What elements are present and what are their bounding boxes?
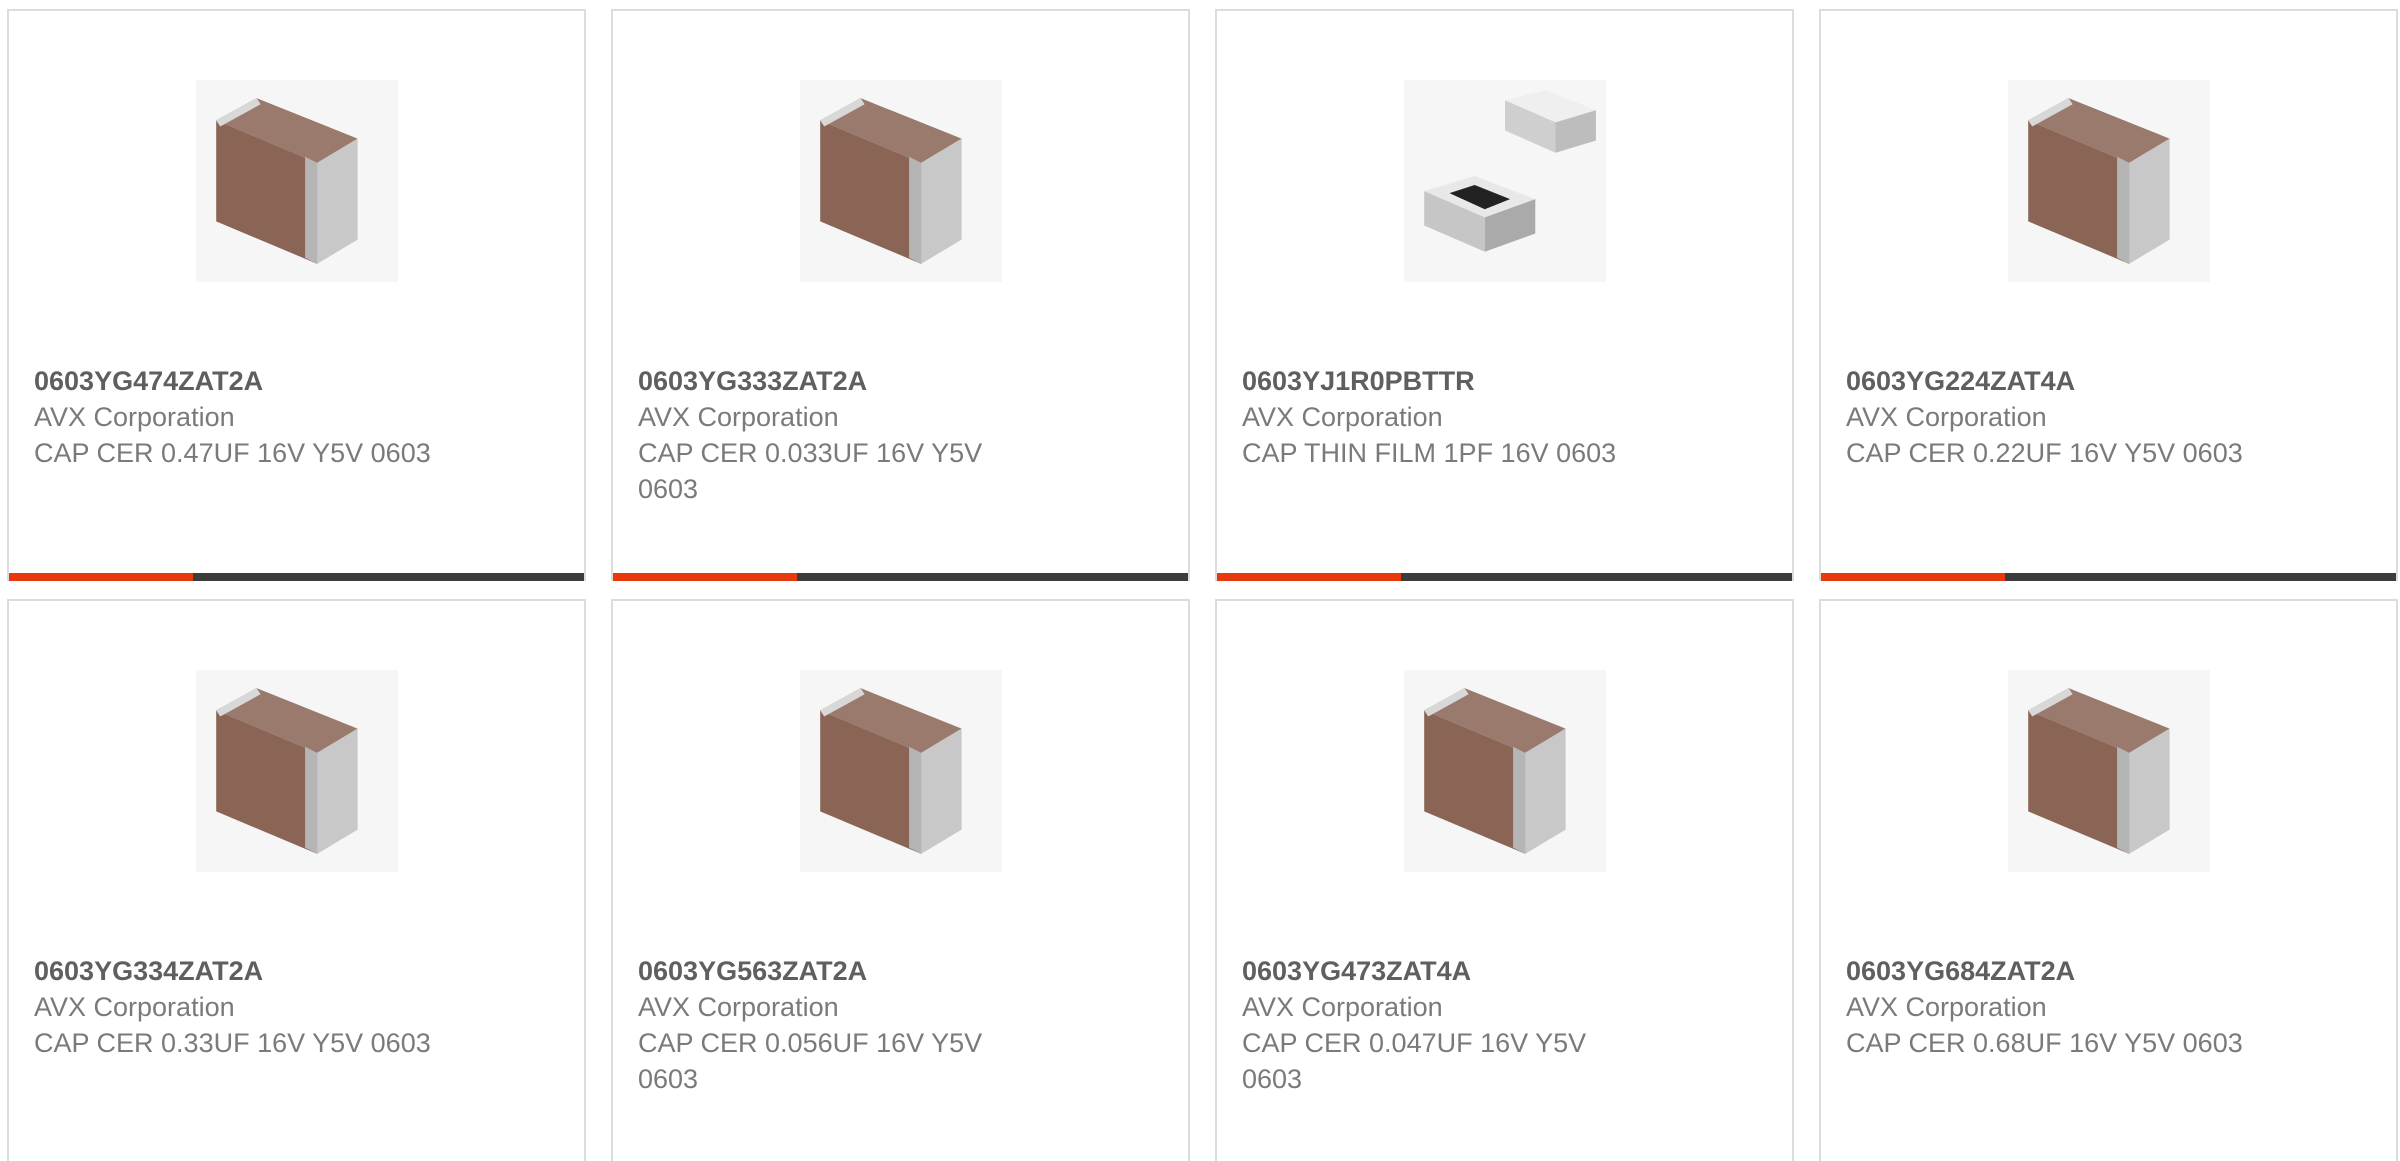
manufacturer: AVX Corporation bbox=[34, 992, 235, 1022]
description: CAP THIN FILM 1PF 16V 0603 bbox=[1242, 438, 1617, 468]
progress-bar-fill bbox=[1217, 573, 1401, 581]
description: CAP CER 0.047UF 16V Y5V 0603 bbox=[1242, 1028, 1587, 1094]
manufacturer: AVX Corporation bbox=[1846, 402, 2047, 432]
capacitor-chip-icon bbox=[216, 688, 358, 854]
product-image[interactable] bbox=[1404, 670, 1606, 872]
progress-bar-fill bbox=[9, 573, 193, 581]
manufacturer: AVX Corporation bbox=[1846, 992, 2047, 1022]
capacitor-chip-icon bbox=[2028, 688, 2170, 854]
part-number[interactable]: 0603YG684ZAT2A bbox=[1846, 953, 2371, 989]
product-card[interactable]: 0603YG224ZAT4A AVX Corporation CAP CER 0… bbox=[1819, 9, 2398, 581]
capacitor-chip-icon bbox=[2028, 98, 2170, 264]
progress-bar-fill bbox=[613, 573, 797, 581]
manufacturer: AVX Corporation bbox=[638, 992, 839, 1022]
product-image[interactable] bbox=[1404, 80, 1606, 282]
part-number[interactable]: 0603YG334ZAT2A bbox=[34, 953, 559, 989]
product-image[interactable] bbox=[800, 670, 1002, 872]
manufacturer: AVX Corporation bbox=[34, 402, 235, 432]
description: CAP CER 0.033UF 16V Y5V 0603 bbox=[638, 438, 983, 504]
description: CAP CER 0.22UF 16V Y5V 0603 bbox=[1846, 438, 2243, 468]
progress-bar bbox=[613, 573, 1188, 581]
product-card[interactable]: 0603YG684ZAT2A AVX Corporation CAP CER 0… bbox=[1819, 599, 2398, 1161]
progress-bar bbox=[1821, 573, 2396, 581]
progress-bar bbox=[1217, 573, 1792, 581]
capacitor-chip-icon bbox=[820, 688, 962, 854]
product-card[interactable]: 0603YG334ZAT2A AVX Corporation CAP CER 0… bbox=[7, 599, 586, 1161]
product-image[interactable] bbox=[196, 80, 398, 282]
part-number[interactable]: 0603YG563ZAT2A bbox=[638, 953, 1163, 989]
part-number[interactable]: 0603YJ1R0PBTTR bbox=[1242, 363, 1767, 399]
manufacturer: AVX Corporation bbox=[638, 402, 839, 432]
part-number[interactable]: 0603YG333ZAT2A bbox=[638, 363, 1163, 399]
product-card[interactable]: 0603YJ1R0PBTTR AVX Corporation CAP THIN … bbox=[1215, 9, 1794, 581]
product-card[interactable]: 0603YG473ZAT4A AVX Corporation CAP CER 0… bbox=[1215, 599, 1794, 1161]
manufacturer: AVX Corporation bbox=[1242, 992, 1443, 1022]
product-card[interactable]: 0603YG563ZAT2A AVX Corporation CAP CER 0… bbox=[611, 599, 1190, 1161]
part-number[interactable]: 0603YG474ZAT2A bbox=[34, 363, 559, 399]
product-image[interactable] bbox=[2008, 670, 2210, 872]
capacitor-chip-icon bbox=[1424, 688, 1566, 854]
product-image[interactable] bbox=[196, 670, 398, 872]
part-number[interactable]: 0603YG473ZAT4A bbox=[1242, 953, 1767, 989]
thin-film-chip-icon bbox=[1424, 90, 1596, 252]
product-card[interactable]: 0603YG333ZAT2A AVX Corporation CAP CER 0… bbox=[611, 9, 1190, 581]
progress-bar bbox=[9, 573, 584, 581]
progress-bar-fill bbox=[1821, 573, 2005, 581]
product-card[interactable]: 0603YG474ZAT2A AVX Corporation CAP CER 0… bbox=[7, 9, 586, 581]
product-image[interactable] bbox=[800, 80, 1002, 282]
manufacturer: AVX Corporation bbox=[1242, 402, 1443, 432]
description: CAP CER 0.33UF 16V Y5V 0603 bbox=[34, 1028, 431, 1058]
capacitor-chip-icon bbox=[820, 98, 962, 264]
part-number[interactable]: 0603YG224ZAT4A bbox=[1846, 363, 2371, 399]
description: CAP CER 0.47UF 16V Y5V 0603 bbox=[34, 438, 431, 468]
description: CAP CER 0.056UF 16V Y5V 0603 bbox=[638, 1028, 983, 1094]
description: CAP CER 0.68UF 16V Y5V 0603 bbox=[1846, 1028, 2243, 1058]
product-image[interactable] bbox=[2008, 80, 2210, 282]
capacitor-chip-icon bbox=[216, 98, 358, 264]
